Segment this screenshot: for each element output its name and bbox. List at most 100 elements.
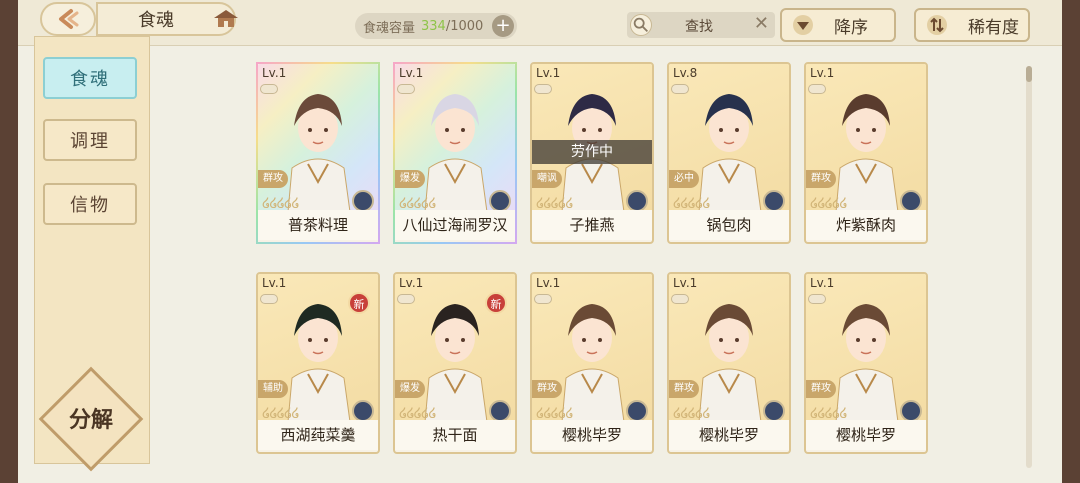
search-icon — [630, 14, 652, 36]
star-rating: ໒໒໒໒໒ — [536, 196, 574, 211]
role-badge: 群攻 — [806, 380, 836, 398]
card-level: Lv.1 — [810, 66, 835, 80]
tab-food-soul-label: 食魂 — [70, 69, 110, 90]
busy-status-overlay: 劳作中 — [532, 140, 652, 164]
star-rating: ໒໒໒໒໒ — [673, 406, 711, 421]
back-button[interactable] — [40, 2, 96, 36]
element-gem-icon — [626, 400, 648, 422]
element-gem-icon — [763, 190, 785, 212]
home-icon[interactable] — [212, 8, 240, 30]
decompose-label: 分解 — [68, 408, 113, 433]
bond-icon — [260, 294, 278, 304]
card-level: Lv.1 — [399, 66, 424, 80]
tab-token[interactable]: 信物 — [43, 183, 137, 225]
food-soul-card[interactable]: Lv.1 爆发 ໒໒໒໒໒ 八仙过海闹罗汉 — [393, 62, 517, 244]
bond-icon — [671, 294, 689, 304]
tab-conditioning-label: 调理 — [70, 131, 110, 152]
card-name: 樱桃毕罗 — [669, 420, 789, 450]
role-badge: 群攻 — [806, 170, 836, 188]
bond-icon — [671, 84, 689, 94]
role-badge: 辅助 — [258, 380, 288, 398]
new-badge: 新 — [348, 292, 370, 314]
food-soul-card[interactable]: Lv.1 群攻 ໒໒໒໒໒ 樱桃毕罗 — [667, 272, 791, 454]
capacity-total: /1000 — [445, 18, 484, 34]
card-name: 热干面 — [395, 420, 515, 450]
food-soul-card[interactable]: Lv.1 群攻 ໒໒໒໒໒ 樱桃毕罗 — [530, 272, 654, 454]
bond-icon — [808, 84, 826, 94]
card-name: 樱桃毕罗 — [806, 420, 926, 450]
card-level: Lv.1 — [399, 276, 424, 290]
bond-icon — [534, 294, 552, 304]
page-title-text: 食魂 — [138, 10, 174, 31]
role-badge: 群攻 — [532, 380, 562, 398]
role-badge: 群攻 — [258, 170, 288, 188]
card-name: 普茶料理 — [258, 210, 378, 240]
food-soul-card[interactable]: Lv.1 新爆发 ໒໒໒໒໒ 热干面 — [393, 272, 517, 454]
element-gem-icon — [489, 190, 511, 212]
element-gem-icon — [352, 400, 374, 422]
capacity-display: 食魂容量 334 /1000 + — [355, 13, 517, 39]
search-label: 查找 — [685, 19, 713, 35]
back-arrow-icon — [59, 9, 79, 29]
role-badge: 爆发 — [395, 380, 425, 398]
card-name: 西湖莼菜羹 — [258, 420, 378, 450]
tab-conditioning[interactable]: 调理 — [43, 119, 137, 161]
food-soul-card[interactable]: Lv.1 群攻 ໒໒໒໒໒ 樱桃毕罗 — [804, 272, 928, 454]
search-clear-button[interactable]: ✕ — [754, 13, 769, 34]
star-rating: ໒໒໒໒໒ — [810, 406, 848, 421]
capacity-current: 334 — [421, 18, 446, 34]
bond-icon — [808, 294, 826, 304]
food-soul-card[interactable]: Lv.1 群攻 ໒໒໒໒໒ 普茶料理 — [256, 62, 380, 244]
bond-icon — [397, 84, 415, 94]
card-level: Lv.1 — [536, 66, 561, 80]
sort-rarity-label: 稀有度 — [968, 17, 1019, 38]
sort-order-button[interactable]: 降序 — [780, 8, 896, 42]
element-gem-icon — [900, 400, 922, 422]
sort-descending-icon — [793, 15, 813, 35]
card-name: 炸紫酥肉 — [806, 210, 926, 240]
star-rating: ໒໒໒໒໒ — [399, 406, 437, 421]
star-rating: ໒໒໒໒໒ — [536, 406, 574, 421]
element-gem-icon — [900, 190, 922, 212]
food-soul-card[interactable]: Lv.1 劳作中嘲讽 ໒໒໒໒໒ 子推燕 — [530, 62, 654, 244]
card-name: 子推燕 — [532, 210, 652, 240]
element-gem-icon — [626, 190, 648, 212]
star-rating: ໒໒໒໒໒ — [262, 196, 300, 211]
scrollbar-thumb[interactable] — [1026, 66, 1032, 82]
star-rating: ໒໒໒໒໒ — [399, 196, 437, 211]
card-level: Lv.1 — [262, 276, 287, 290]
bond-icon — [397, 294, 415, 304]
right-frame-border — [1062, 0, 1080, 483]
scrollbar-track[interactable] — [1026, 66, 1032, 468]
element-gem-icon — [763, 400, 785, 422]
sort-order-label: 降序 — [834, 17, 868, 38]
new-badge: 新 — [485, 292, 507, 314]
search-field[interactable]: 查找 ✕ — [627, 12, 775, 38]
role-badge: 爆发 — [395, 170, 425, 188]
star-rating: ໒໒໒໒໒ — [810, 196, 848, 211]
card-name: 锅包肉 — [669, 210, 789, 240]
capacity-add-button[interactable]: + — [492, 15, 514, 37]
card-level: Lv.1 — [810, 276, 835, 290]
role-badge: 群攻 — [669, 380, 699, 398]
role-badge: 嘲讽 — [532, 170, 562, 188]
card-name: 八仙过海闹罗汉 — [395, 210, 515, 240]
element-gem-icon — [489, 400, 511, 422]
card-name: 樱桃毕罗 — [532, 420, 652, 450]
sort-rarity-button[interactable]: 稀有度 — [914, 8, 1030, 42]
left-frame-border — [0, 0, 18, 483]
card-level: Lv.1 — [673, 276, 698, 290]
element-gem-icon — [352, 190, 374, 212]
star-rating: ໒໒໒໒໒ — [673, 196, 711, 211]
food-soul-card[interactable]: Lv.8 必中 ໒໒໒໒໒ 锅包肉 — [667, 62, 791, 244]
food-soul-card[interactable]: Lv.1 群攻 ໒໒໒໒໒ 炸紫酥肉 — [804, 62, 928, 244]
bond-icon — [260, 84, 278, 94]
tab-token-label: 信物 — [70, 195, 110, 216]
sort-toggle-icon — [927, 15, 947, 35]
card-level: Lv.1 — [262, 66, 287, 80]
capacity-label: 食魂容量 — [363, 20, 416, 36]
tab-food-soul[interactable]: 食魂 — [43, 57, 137, 99]
food-soul-card[interactable]: Lv.1 新辅助 ໒໒໒໒໒ 西湖莼菜羹 — [256, 272, 380, 454]
role-badge: 必中 — [669, 170, 699, 188]
card-level: Lv.8 — [673, 66, 698, 80]
